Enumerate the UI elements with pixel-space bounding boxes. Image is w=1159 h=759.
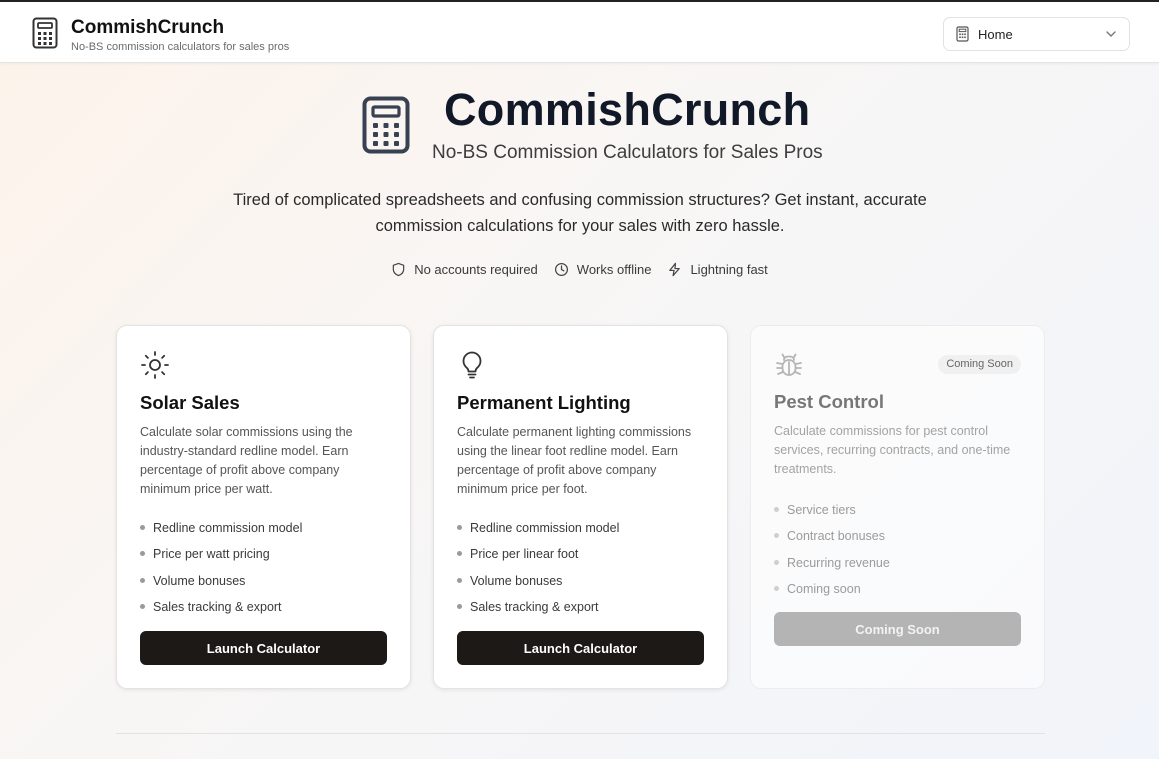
brand-title[interactable]: CommishCrunch	[71, 17, 224, 39]
card-description: Calculate solar commissions using the in…	[140, 425, 353, 496]
card-title: Pest Control	[774, 391, 884, 412]
list-item: Recurring revenue	[774, 554, 890, 580]
launch-solar-calculator-button[interactable]: Launch Calculator	[140, 631, 387, 665]
list-item: Volume bonuses	[457, 572, 619, 598]
card-title: Solar Sales	[140, 392, 240, 413]
feature-highlights: No accounts required Works offline Light…	[0, 262, 1159, 277]
calculator-icon	[956, 26, 969, 42]
hero-description: Tired of complicated spreadsheets and co…	[233, 191, 927, 235]
brand-subtitle: No-BS commission calculators for sales p…	[71, 41, 290, 53]
calculator-icon	[32, 17, 58, 49]
clock-icon	[554, 262, 568, 277]
permanent-lighting-card: Permanent Lighting Calculate permanent l…	[433, 325, 728, 689]
card-title: Permanent Lighting	[457, 392, 631, 413]
launch-lighting-calculator-button[interactable]: Launch Calculator	[457, 631, 704, 665]
sun-icon	[141, 351, 169, 379]
feature-fast: Lightning fast	[667, 262, 768, 277]
list-item: Volume bonuses	[140, 572, 302, 598]
shield-icon	[392, 262, 405, 277]
feature-label: Lightning fast	[690, 262, 768, 277]
solar-sales-card: Solar Sales Calculate solar commissions …	[116, 325, 411, 689]
card-description: Calculate commissions for pest control s…	[774, 424, 1011, 476]
feature-label: No accounts required	[414, 262, 538, 277]
lightning-icon	[669, 262, 681, 277]
hero-subtitle: No-BS Commission Calculators for Sales P…	[432, 142, 823, 163]
hero-title: CommishCrunch	[444, 84, 811, 135]
card-description: Calculate permanent lighting commissions…	[457, 425, 692, 496]
list-item: Redline commission model	[457, 519, 619, 545]
top-bar: CommishCrunch No-BS commission calculato…	[0, 0, 1159, 63]
list-item: Service tiers	[774, 501, 890, 527]
lightbulb-icon	[462, 351, 482, 379]
bug-icon	[776, 353, 802, 376]
coming-soon-button[interactable]: Coming Soon	[774, 612, 1021, 646]
feature-label: Works offline	[576, 262, 652, 277]
chevron-down-icon	[1106, 31, 1116, 37]
section-divider	[116, 733, 1045, 734]
feature-no-accounts: No accounts required	[391, 262, 538, 277]
pest-control-card: Coming Soon Pest Control Calculate commi…	[750, 325, 1045, 689]
page-select-dropdown[interactable]: Home	[943, 17, 1130, 51]
calculator-icon	[362, 96, 410, 154]
card-feature-list: Service tiers Contract bonuses Recurring…	[774, 501, 890, 607]
list-item: Sales tracking & export	[457, 598, 619, 624]
list-item: Coming soon	[774, 580, 890, 606]
list-item: Redline commission model	[140, 519, 302, 545]
card-feature-list: Redline commission model Price per linea…	[457, 519, 619, 625]
list-item: Sales tracking & export	[140, 598, 302, 624]
card-feature-list: Redline commission model Price per watt …	[140, 519, 302, 625]
feature-offline: Works offline	[554, 262, 652, 277]
list-item: Price per linear foot	[457, 545, 619, 571]
page-select-value: Home	[978, 26, 1013, 42]
status-badge: Coming Soon	[938, 355, 1021, 374]
list-item: Contract bonuses	[774, 527, 890, 553]
list-item: Price per watt pricing	[140, 545, 302, 571]
